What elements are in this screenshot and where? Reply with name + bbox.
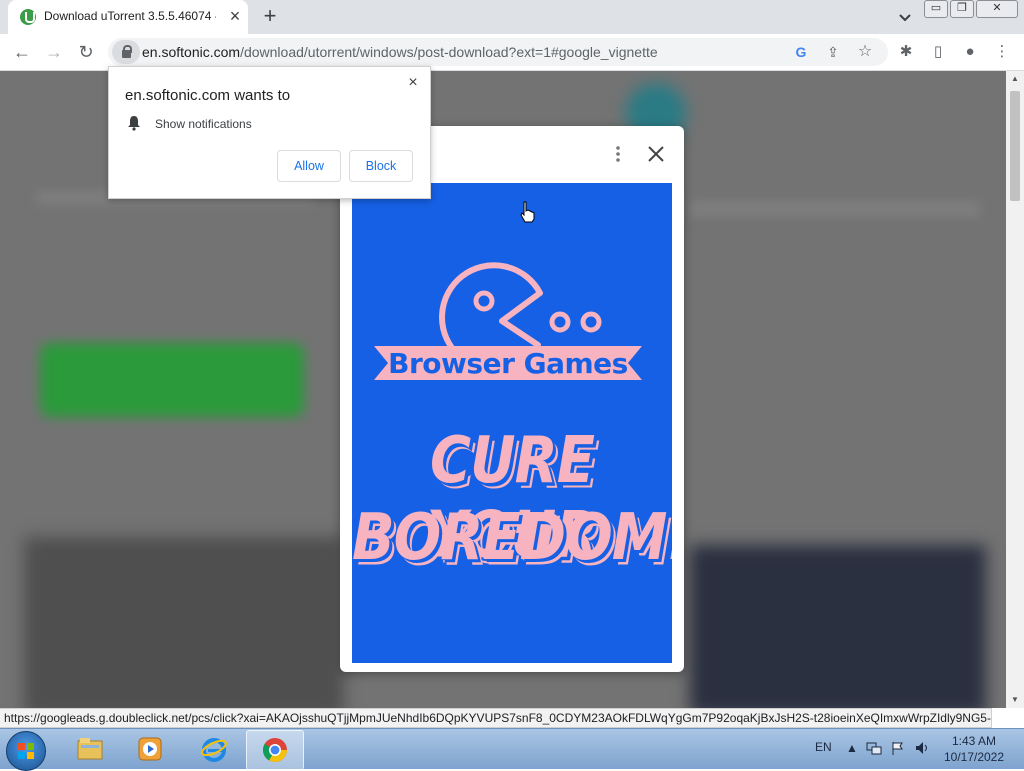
language-indicator[interactable]: EN bbox=[815, 740, 832, 754]
ad-options-kebab-icon[interactable] bbox=[608, 144, 628, 164]
explorer-icon bbox=[77, 738, 103, 760]
clock-date: 10/17/2022 bbox=[943, 750, 1005, 764]
scrollbar-thumb[interactable] bbox=[1010, 91, 1020, 201]
scroll-up-arrow-icon[interactable]: ▲ bbox=[1010, 74, 1020, 84]
browser-games-ad-creative[interactable]: Browser Games CURE YOUR BOREDOM! bbox=[352, 183, 672, 663]
blurred-download-button bbox=[40, 343, 304, 417]
ad-logo-text: Browser Games bbox=[388, 347, 628, 380]
ad-headline-line2: BOREDOM! bbox=[352, 500, 672, 575]
permission-title: en.softonic.com wants to bbox=[125, 87, 291, 104]
share-icon[interactable]: ⇪ bbox=[824, 43, 842, 61]
media-player-icon bbox=[138, 737, 162, 761]
blurred-text bbox=[690, 201, 980, 217]
show-hidden-icons-icon[interactable]: ▲ bbox=[844, 740, 860, 756]
hand-cursor-icon bbox=[520, 201, 535, 223]
google-lens-icon[interactable]: G bbox=[792, 43, 810, 61]
url-host: en.softonic.com bbox=[142, 44, 241, 60]
taskbar-explorer[interactable] bbox=[62, 730, 118, 768]
url-text[interactable]: en.softonic.com/download/utorrent/window… bbox=[142, 44, 658, 60]
permission-close-icon[interactable]: × bbox=[405, 75, 421, 91]
ad-close-icon[interactable] bbox=[644, 142, 668, 166]
chrome-menu-icon[interactable]: ⋮ bbox=[992, 42, 1012, 62]
action-center-flag-icon[interactable] bbox=[890, 740, 906, 756]
maximize-button[interactable]: ❐ bbox=[950, 0, 974, 18]
reload-button[interactable]: ↻ bbox=[74, 41, 98, 63]
extensions-puzzle-icon[interactable]: ✱ bbox=[896, 42, 916, 62]
back-button[interactable]: ← bbox=[10, 41, 34, 63]
forward-button[interactable]: → bbox=[42, 41, 66, 63]
start-button[interactable] bbox=[6, 731, 46, 771]
blurred-card bbox=[24, 537, 344, 708]
windows-taskbar: EN ▲ 1:43 AM 10/17/2022 bbox=[0, 728, 1024, 771]
browser-tab[interactable]: Download uTorrent 3.5.5.46074 - × bbox=[8, 0, 248, 34]
tab-strip: Download uTorrent 3.5.5.46074 - × + ▭ ❐ … bbox=[0, 0, 1024, 34]
tab-search-chevron-icon[interactable] bbox=[896, 8, 914, 26]
vignette-ad-dialog: Browser Games CURE YOUR BOREDOM! bbox=[340, 126, 684, 672]
bell-icon bbox=[128, 116, 140, 131]
chrome-icon bbox=[262, 738, 287, 763]
link-status-bubble: https://googleads.g.doubleclick.net/pcs/… bbox=[0, 708, 992, 728]
bookmark-star-icon[interactable]: ☆ bbox=[856, 43, 874, 61]
taskbar-chrome[interactable] bbox=[246, 730, 304, 770]
new-tab-button[interactable]: + bbox=[258, 5, 282, 29]
windows-logo-icon bbox=[18, 743, 34, 759]
side-panel-icon[interactable]: ▯ bbox=[928, 42, 948, 62]
scroll-down-arrow-icon[interactable]: ▼ bbox=[1010, 695, 1020, 705]
lock-icon[interactable] bbox=[112, 40, 140, 64]
volume-speaker-icon[interactable] bbox=[914, 740, 930, 756]
clock-time: 1:43 AM bbox=[951, 734, 997, 748]
allow-button[interactable]: Allow bbox=[277, 150, 341, 182]
permission-item-label: Show notifications bbox=[155, 117, 252, 131]
system-clock[interactable]: 1:43 AM 10/17/2022 bbox=[940, 733, 1008, 765]
internet-explorer-icon bbox=[201, 738, 227, 762]
url-path: /download/utorrent/windows/post-download… bbox=[240, 44, 658, 60]
taskbar-internet-explorer[interactable] bbox=[186, 730, 242, 768]
blurred-card bbox=[690, 545, 986, 708]
softonic-favicon-icon bbox=[20, 9, 36, 25]
window-close-button[interactable]: ✕ bbox=[976, 0, 1018, 18]
address-bar[interactable]: en.softonic.com/download/utorrent/window… bbox=[108, 38, 888, 66]
profile-avatar-icon[interactable]: ● bbox=[960, 42, 980, 62]
tab-title: Download uTorrent 3.5.5.46074 - bbox=[44, 9, 216, 23]
notification-permission-prompt: en.softonic.com wants to × Show notifica… bbox=[108, 66, 431, 199]
page-scrollbar[interactable]: ▲ ▼ bbox=[1006, 71, 1024, 708]
taskbar-media-player[interactable] bbox=[122, 730, 178, 768]
block-button[interactable]: Block bbox=[349, 150, 413, 182]
tab-close-icon[interactable]: × bbox=[226, 7, 244, 25]
network-icon[interactable] bbox=[866, 740, 882, 756]
minimize-button[interactable]: ▭ bbox=[924, 0, 948, 18]
